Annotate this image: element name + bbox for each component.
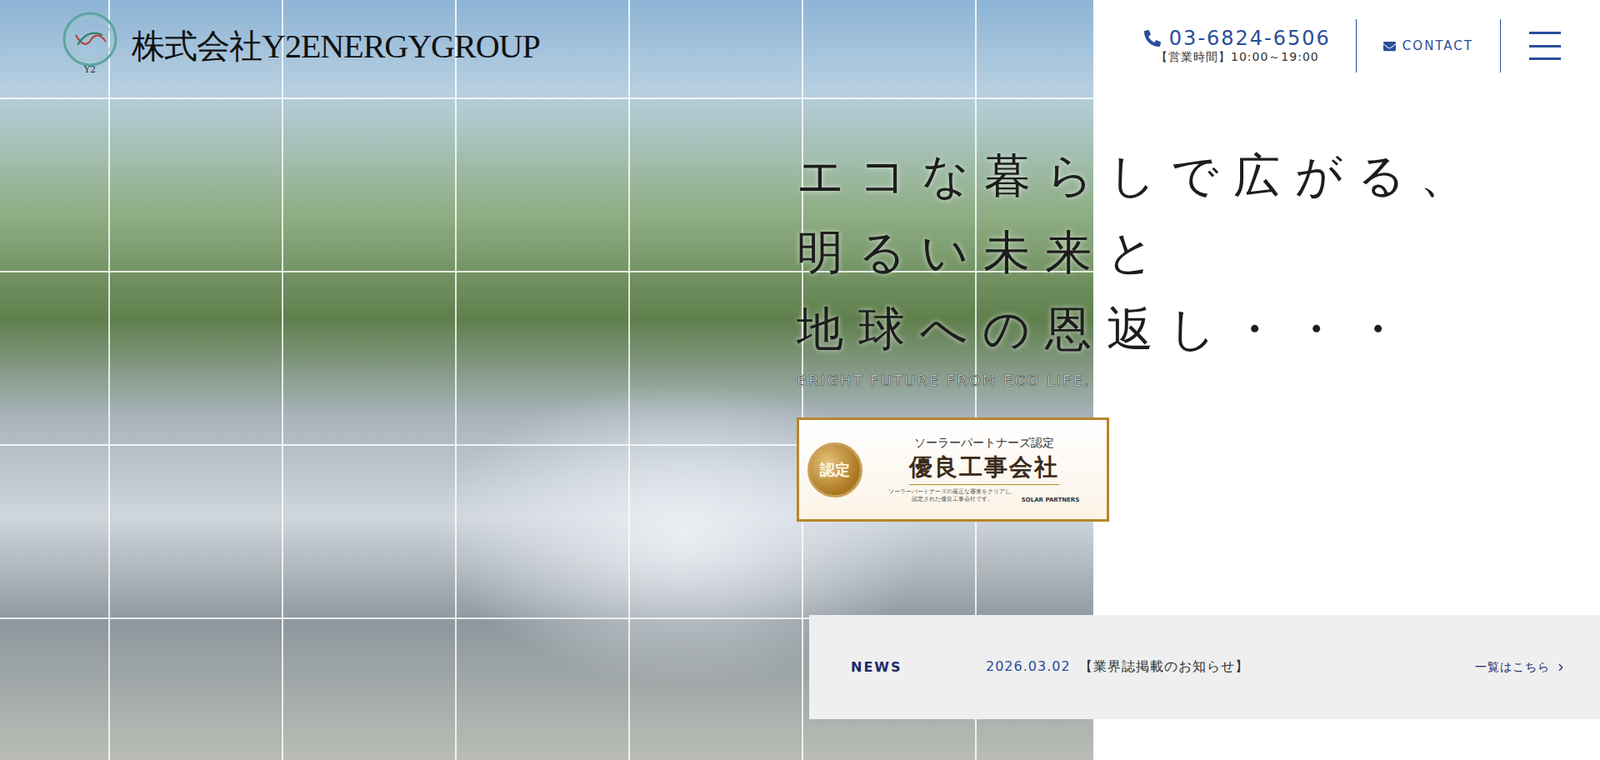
certification-badge: 認定ソーラーパートナーズ認定優良工事会社ソーラーパートナーズの厳正な審査をクリア… bbox=[796, 417, 1110, 522]
badge-name: 優良工事会社 bbox=[909, 450, 1060, 485]
chevron-right-icon bbox=[1555, 661, 1567, 674]
phone-block[interactable]: 03-6824-6506【営業時間】10:00～19:00 bbox=[1144, 26, 1356, 65]
hero-line: 明るい未来と bbox=[796, 214, 1600, 291]
badge-body: ソーラーパートナーズ認定優良工事会社ソーラーパートナーズの厳正な審査をクリアし、… bbox=[869, 435, 1099, 504]
news-label: NEWS bbox=[850, 659, 986, 675]
mail-icon bbox=[1383, 40, 1396, 53]
logo-letters: Y2 bbox=[84, 65, 96, 75]
menu-line-icon bbox=[1529, 45, 1561, 48]
phone-icon bbox=[1144, 30, 1161, 47]
badge-brand: SOLAR PARTNERS bbox=[1021, 496, 1080, 504]
badge-foot: ソーラーパートナーズの厳正な審査をクリアし、認定された優良工事会社です。 SOLA… bbox=[888, 488, 1080, 504]
divider bbox=[1355, 19, 1357, 73]
page: Y2 株式会社Y2ENERGYGROUP 03-6824-6506【営業時間】10:… bbox=[0, 0, 1600, 760]
hero-line: 地球への恩返し・・・ bbox=[796, 290, 1600, 368]
news-more-link[interactable]: 一覧はこちら bbox=[1475, 660, 1567, 675]
logo-mark: Y2 bbox=[58, 10, 122, 82]
news-date: 2026.03.02 bbox=[985, 658, 1071, 676]
hero-copy: エコな暮らしで広がる、明るい未来と地球への恩返し・・・BRIGHT FUTURE… bbox=[0, 91, 1600, 522]
hero-subtitle: BRIGHT FUTURE FROM ECO LIFE. bbox=[796, 370, 1600, 391]
news-title: 【業界誌掲載のお知らせ】 bbox=[1079, 658, 1250, 676]
news-bar: NEWS2026.03.02 【業界誌掲載のお知らせ】 一覧はこちら bbox=[809, 615, 1600, 720]
site-header: Y2 株式会社Y2ENERGYGROUP 03-6824-6506【営業時間】10:… bbox=[0, 0, 1600, 92]
logo-circle-icon bbox=[60, 10, 120, 69]
menu-button[interactable] bbox=[1529, 31, 1561, 60]
menu-line-icon bbox=[1529, 57, 1561, 60]
company-name: 株式会社Y2ENERGYGROUP bbox=[131, 23, 540, 70]
header-actions: 03-6824-6506【営業時間】10:00～19:00CONTACT bbox=[1144, 12, 1561, 80]
news-item[interactable]: 2026.03.02 【業界誌掲載のお知らせ】 bbox=[985, 658, 1475, 676]
hero-line: エコな暮らしで広がる、 bbox=[796, 137, 1600, 215]
business-hours: 【営業時間】10:00～19:00 bbox=[1155, 50, 1320, 65]
contact-link[interactable]: CONTACT bbox=[1356, 38, 1500, 54]
menu-line-icon bbox=[1529, 31, 1561, 35]
badge-seal: 認定 bbox=[807, 442, 863, 498]
logo[interactable]: Y2 株式会社Y2ENERGYGROUP bbox=[58, 10, 540, 82]
badge-note: ソーラーパートナーズの厳正な審査をクリアし、認定された優良工事会社です。 bbox=[888, 488, 1017, 504]
divider bbox=[1500, 19, 1501, 73]
badge-title: ソーラーパートナーズ認定 bbox=[914, 435, 1055, 451]
phone-number[interactable]: 03-6824-6506 bbox=[1144, 26, 1331, 50]
